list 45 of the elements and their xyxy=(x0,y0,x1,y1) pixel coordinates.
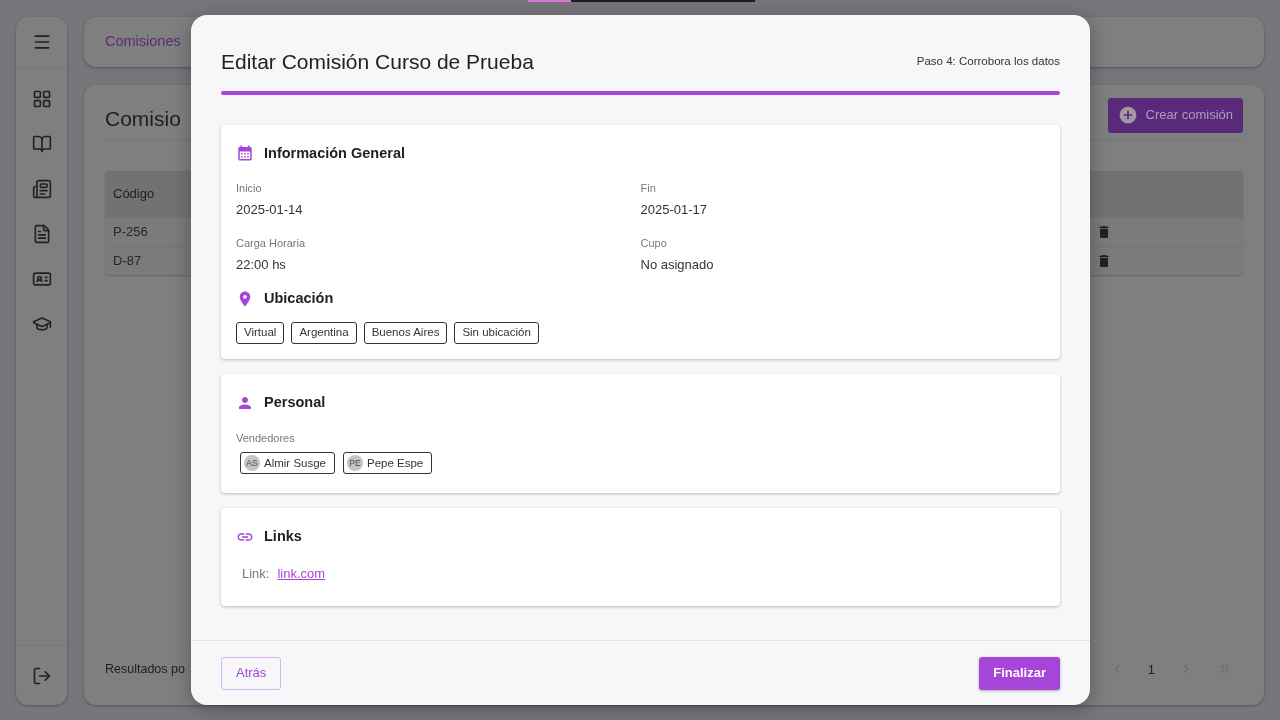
section-title: Ubicación xyxy=(264,289,334,309)
dialog-title: Editar Comisión Curso de Prueba xyxy=(221,49,534,75)
field-label: Inicio xyxy=(236,181,263,197)
person-name: Pepe Espe xyxy=(367,455,424,471)
location-chip: Buenos Aires xyxy=(363,322,448,344)
location-chip: Virtual xyxy=(236,322,285,344)
plus-icon xyxy=(1117,105,1138,125)
field-label: Fin xyxy=(640,181,657,197)
trash-icon[interactable] xyxy=(1096,253,1112,269)
back-button[interactable]: Atrás xyxy=(221,656,282,690)
field-value: 2025-01-14 xyxy=(236,200,304,219)
avatar: AS xyxy=(244,455,260,472)
field-label: Cupo xyxy=(640,236,668,252)
field-value: 22:00 hs xyxy=(236,255,287,274)
finish-button[interactable]: Finalizar xyxy=(979,656,1060,690)
logout-icon[interactable] xyxy=(31,665,52,686)
calendar-icon xyxy=(236,144,254,163)
graduation-cap-icon[interactable] xyxy=(31,314,52,334)
section-title: Información General xyxy=(264,143,405,163)
field-value: No asignado xyxy=(640,255,715,274)
page-title: Comisio xyxy=(105,105,181,132)
footer-label: Resultados po xyxy=(105,660,185,678)
person-name: Almir Susge xyxy=(264,455,326,471)
trash-icon[interactable] xyxy=(1096,224,1112,240)
avatar: PE xyxy=(347,455,363,472)
step-label: Paso 4: Corrobora los datos xyxy=(916,54,1060,70)
table-cell-text: P-256 xyxy=(113,223,148,242)
location-chip: Sin ubicación xyxy=(454,322,539,344)
create-button[interactable]: Crear comisión xyxy=(1107,97,1243,133)
book-icon[interactable] xyxy=(31,134,52,154)
link[interactable]: link.com xyxy=(277,564,326,584)
page-number[interactable]: 1 xyxy=(1147,659,1155,679)
field-label: Carga Horaria xyxy=(236,236,307,252)
section-title: Personal xyxy=(264,393,326,412)
grid-icon[interactable] xyxy=(31,89,52,109)
link-label: Link: xyxy=(242,565,270,583)
newspaper-icon[interactable] xyxy=(31,179,52,199)
table-cell-text: D-87 xyxy=(113,252,142,271)
field-label: Vendedores xyxy=(236,430,296,446)
breadcrumb-link[interactable]: Comisiones xyxy=(105,31,181,53)
id-card-icon[interactable] xyxy=(31,269,52,289)
location-chip: Argentina xyxy=(291,322,357,344)
field-value: 2025-01-17 xyxy=(640,200,708,219)
column-header: Código xyxy=(113,185,155,204)
section-title: Links xyxy=(264,527,302,547)
